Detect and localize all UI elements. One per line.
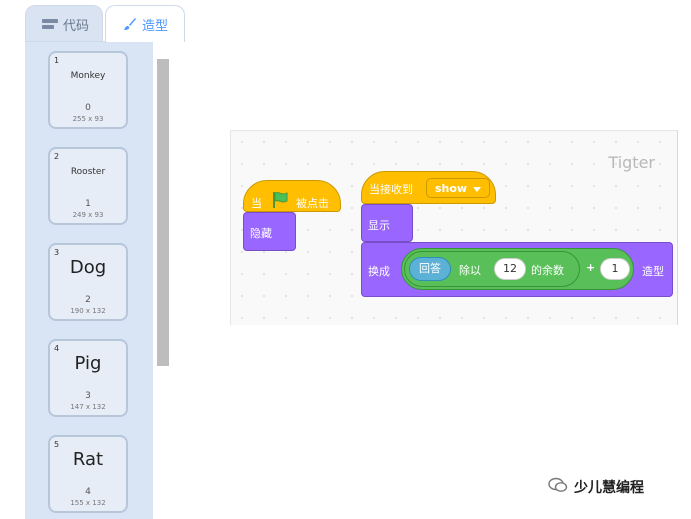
scrollbar-thumb[interactable] xyxy=(157,59,169,366)
flag-hat-prefix: 当 xyxy=(251,197,262,210)
receive-hat-label: 当接收到 xyxy=(369,183,413,196)
costume-size: 190 x 132 xyxy=(70,307,106,315)
answer-label: 回答 xyxy=(419,262,441,275)
costume-name: Rooster xyxy=(70,167,106,177)
costume-index: 4 xyxy=(54,344,60,353)
message-value: show xyxy=(435,181,468,195)
script-area[interactable]: Tigter 当 被点击 隐藏 当接收到 show 显示 换成 回答 除以 12… xyxy=(230,130,678,325)
costume-number: 0 xyxy=(85,103,91,113)
remainder-label: 的余数 xyxy=(531,264,564,277)
tab-costumes[interactable]: 造型 xyxy=(105,5,185,42)
costume-card-dog[interactable]: 3 Dog 2 190 x 132 xyxy=(48,243,128,321)
costume-panel: 1 Monkey 0 255 x 93 2 Rooster 1 249 x 93… xyxy=(25,41,177,519)
switch-costume-block[interactable]: 换成 回答 除以 12 的余数 + 1 造型 xyxy=(361,242,673,297)
addend-input[interactable]: 1 xyxy=(600,258,630,280)
mod-label: 除以 xyxy=(459,264,481,277)
divisor-value: 12 xyxy=(503,262,517,275)
watermark: 少儿慧编程 xyxy=(548,477,644,497)
costume-card-pig[interactable]: 4 Pig 3 147 x 132 xyxy=(48,339,128,417)
message-dropdown[interactable]: show xyxy=(426,178,490,198)
when-flag-clicked-block[interactable]: 当 被点击 xyxy=(243,180,341,212)
tab-costumes-label: 造型 xyxy=(142,18,169,34)
dropdown-arrow-icon xyxy=(473,182,482,195)
costume-size: 249 x 93 xyxy=(72,211,104,219)
divisor-input[interactable]: 12 xyxy=(494,258,526,280)
addition-operator-block[interactable]: 回答 除以 12 的余数 + 1 xyxy=(401,248,634,290)
green-flag-icon xyxy=(271,191,289,212)
costume-list: 1 Monkey 0 255 x 93 2 Rooster 1 249 x 93… xyxy=(25,42,153,519)
costume-size: 155 x 132 xyxy=(70,499,106,507)
costume-suffix-label: 造型 xyxy=(642,265,664,278)
costume-card-monkey[interactable]: 1 Monkey 0 255 x 93 xyxy=(48,51,128,129)
costume-index: 5 xyxy=(54,440,60,449)
show-label: 显示 xyxy=(368,219,390,232)
when-i-receive-block[interactable]: 当接收到 show xyxy=(361,171,496,204)
mod-operator-block[interactable]: 回答 除以 12 的余数 xyxy=(404,251,580,287)
costume-number: 3 xyxy=(85,391,91,401)
costume-size: 147 x 132 xyxy=(70,403,106,411)
editor-tabs: 代码 造型 xyxy=(25,0,185,42)
wechat-icon xyxy=(548,477,568,497)
flag-hat-suffix: 被点击 xyxy=(296,197,329,210)
costume-name: Dog xyxy=(69,257,107,278)
costume-card-rooster[interactable]: 2 Rooster 1 249 x 93 xyxy=(48,147,128,225)
costume-name: Rat xyxy=(72,449,104,470)
brush-icon xyxy=(123,17,137,31)
tab-code[interactable]: 代码 xyxy=(25,5,103,42)
addend-value: 1 xyxy=(611,262,619,275)
costume-number: 4 xyxy=(85,487,91,497)
tab-code-label: 代码 xyxy=(63,18,90,34)
costume-card-rat[interactable]: 5 Rat 4 155 x 132 xyxy=(48,435,128,513)
costume-size: 255 x 93 xyxy=(72,115,104,123)
costume-name: Monkey xyxy=(70,71,106,81)
hide-label: 隐藏 xyxy=(250,227,272,240)
costume-index: 1 xyxy=(54,56,60,65)
costume-number: 2 xyxy=(85,295,91,305)
show-block[interactable]: 显示 xyxy=(361,204,413,242)
watermark-text: 少儿慧编程 xyxy=(574,480,644,496)
costume-number: 1 xyxy=(85,199,91,209)
switch-costume-label: 换成 xyxy=(368,265,390,278)
costume-name: Pig xyxy=(74,353,102,374)
plus-label: + xyxy=(586,261,596,274)
answer-reporter[interactable]: 回答 xyxy=(409,257,451,281)
costume-index: 3 xyxy=(54,248,60,257)
code-blocks-icon xyxy=(42,18,58,30)
sprite-name-label: Tigter xyxy=(608,153,655,172)
costume-index: 2 xyxy=(54,152,60,161)
hide-block[interactable]: 隐藏 xyxy=(243,212,296,251)
